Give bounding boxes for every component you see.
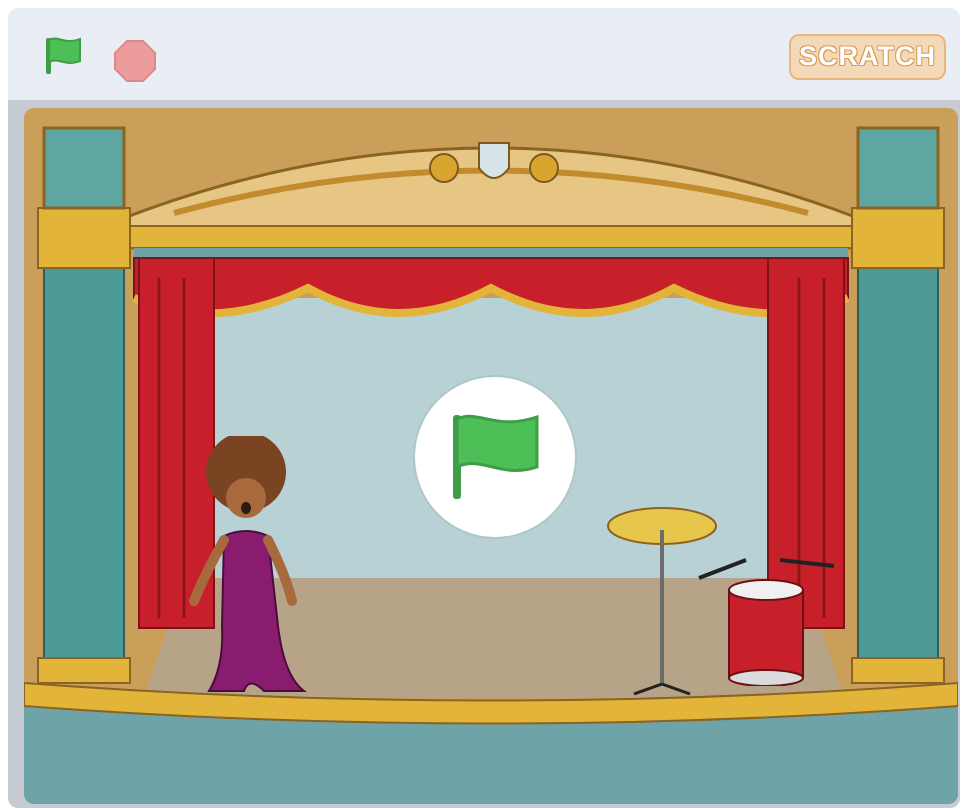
- start-overlay-button[interactable]: [415, 377, 575, 537]
- drum-sprite[interactable]: [694, 556, 844, 686]
- green-flag-icon: [46, 37, 81, 74]
- stop-sign-icon: [114, 40, 156, 82]
- stop-button[interactable]: [112, 38, 158, 84]
- green-flag-icon: [453, 414, 539, 499]
- stage-toolbar: SCRATCH: [8, 8, 960, 100]
- scratch-logo: SCRATCH: [789, 34, 946, 80]
- singer-sprite[interactable]: [174, 436, 324, 706]
- stage-canvas[interactable]: [24, 108, 958, 804]
- green-flag-button[interactable]: [40, 32, 86, 78]
